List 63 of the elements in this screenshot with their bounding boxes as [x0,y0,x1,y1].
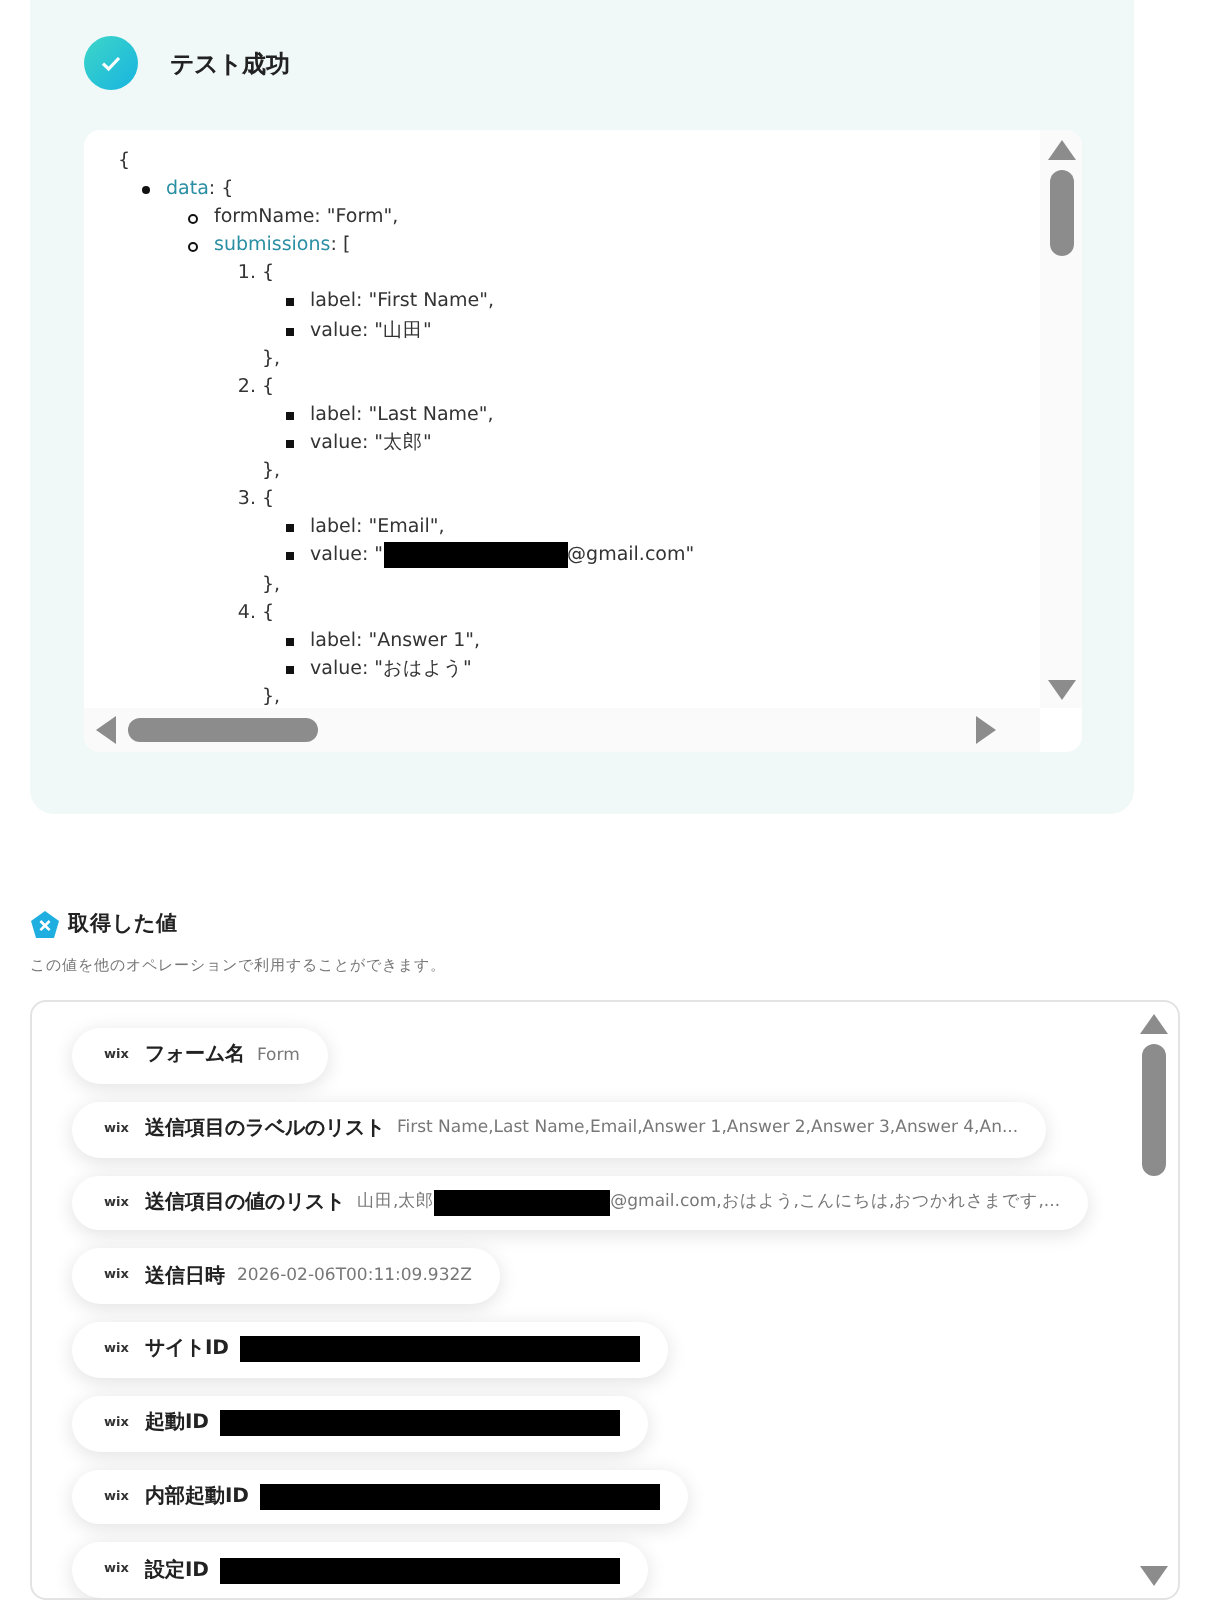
code-line: value: " [310,542,384,571]
code-line: value: "太郎" [310,429,432,458]
code-line: { [262,373,275,402]
value-text: @gmail.com,おはよう,こんにちは,おつかれさまです,... [610,1190,1061,1216]
value-label: 送信日時 [144,1263,225,1292]
bullet-icon [286,327,294,336]
bullet-icon [286,665,294,674]
code-line: }, [262,683,281,708]
value-text: 山田,太郎 [356,1190,435,1216]
scroll-up-icon[interactable] [1140,1014,1168,1034]
code-line: { [262,599,275,628]
json-key[interactable]: submissions [214,234,331,257]
code-line: label: "Answer 1", [310,627,481,656]
scroll-down-icon[interactable] [1140,1566,1168,1586]
code-line: label: "Email", [310,514,445,543]
bullet-icon [188,213,198,224]
scroll-up-icon[interactable] [1047,140,1075,160]
code-line: @gmail.com" [567,542,695,571]
list-number: 1. [235,260,258,289]
code-line: submissions: [ [214,232,351,261]
scroll-down-icon[interactable] [1047,680,1075,700]
code-line: label: "Last Name", [310,401,494,430]
value-label: 送信項目のラベルのリスト [144,1115,385,1145]
bullet-icon [142,186,150,195]
value-text: Form [256,1043,300,1069]
value-label: 送信項目の値のリスト [144,1189,345,1218]
code-line: value: "おはよう" [310,655,472,684]
code-line: { [118,148,131,176]
bullet-icon [286,439,294,448]
scrollbar-thumb[interactable] [1049,170,1073,256]
value-label: フォーム名 [144,1041,245,1071]
code-line: { [262,486,275,515]
code-line: label: "First Name", [310,288,494,317]
code-line: data: { [166,176,234,205]
scrollbar-thumb[interactable] [1142,1044,1166,1176]
value-text: 2026-02-06T00:11:09.932Z [236,1263,472,1289]
code-line: }, [262,458,281,487]
scroll-right-icon[interactable] [976,716,996,744]
value-label: 内部起動ID [144,1483,249,1512]
code-line: }, [262,571,281,600]
bullet-icon [286,552,294,561]
code-line: { [262,260,275,289]
bullet-icon [286,298,294,307]
code-line: value: "山田" [310,317,432,346]
value-text: First Name,Last Name,Email,Answer 1,Answer 2,Answer 3,Answer 4,An... [396,1116,1019,1142]
value-label: 起動ID [144,1409,209,1439]
list-number: 2. [235,373,258,402]
pentagon-icon [30,910,60,941]
section-title: 取得した値 [68,910,178,940]
scrollbar-thumb[interactable] [128,718,318,742]
list-number: 3. [235,486,258,515]
value-label: サイトID [144,1336,229,1365]
bullet-icon [188,241,198,252]
bullet-icon [286,411,294,420]
json-key[interactable]: data [166,178,209,201]
bullet-icon [286,637,294,646]
code-line: formName: "Form", [214,204,399,233]
bullet-icon [286,524,294,533]
value-label: 設定ID [144,1556,209,1586]
list-number: 4. [235,599,258,628]
status-title: テスト成功 [170,47,290,81]
code-line: }, [262,345,281,374]
scroll-left-icon[interactable] [96,716,116,744]
